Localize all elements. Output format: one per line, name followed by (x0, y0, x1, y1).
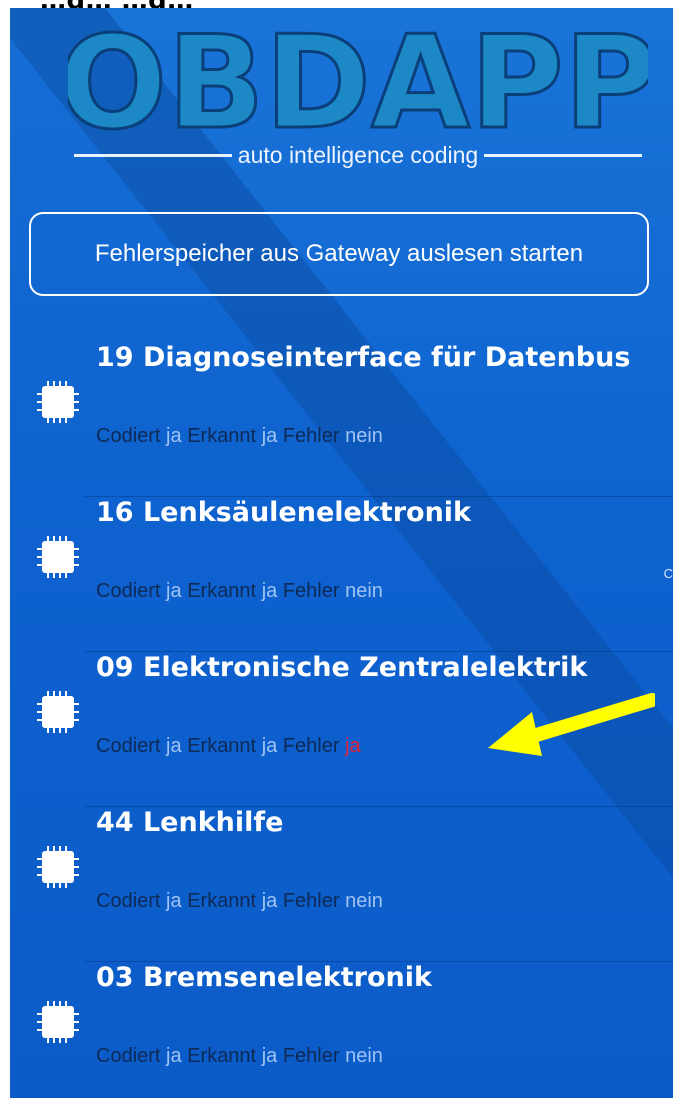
logo-tagline: auto intelligence coding (68, 140, 648, 170)
tagline-text: auto intelligence coding (237, 141, 479, 168)
fehler-label: Fehler (282, 1045, 340, 1067)
tagline-left-line (74, 153, 232, 157)
codiert-label: Codiert (96, 1045, 161, 1067)
fehler-label: Fehler (282, 425, 340, 447)
ecu-title: 03 Bremsenelektronik (96, 962, 432, 993)
fehler-value: nein (345, 890, 383, 912)
start-gateway-readout-label: Fehlerspeicher aus Gateway auslesen star… (94, 240, 584, 267)
chip-icon (37, 691, 79, 733)
fehler-value-error: ja (345, 735, 361, 757)
erkannt-value: ja (261, 580, 278, 602)
codiert-value: ja (166, 1045, 182, 1067)
erkannt-value: ja (261, 425, 278, 447)
erkannt-label: Erkannt (187, 580, 257, 602)
svg-text:OBDAPP: OBDAPP (68, 22, 648, 142)
ecu-status-line: Codiert ja Erkannt ja Fehler nein (96, 1045, 383, 1068)
app-screen: OBDAPP auto intelligence coding Fehlersp… (10, 8, 673, 1098)
codiert-label: Codiert (96, 735, 161, 757)
ecu-row[interactable]: 03 Bremsenelektronik Codiert ja Erkannt … (10, 962, 673, 1098)
fehler-value: nein (345, 1045, 383, 1067)
fehler-label: Fehler (282, 580, 340, 602)
fehler-value: nein (345, 580, 383, 602)
edge-partial-glyph: C (663, 566, 673, 581)
codiert-value: ja (166, 425, 182, 447)
erkannt-label: Erkannt (187, 890, 257, 912)
ecu-row[interactable]: 19 Diagnoseinterface für Datenbus Codier… (10, 342, 673, 497)
obdapp-logo: OBDAPP (68, 22, 648, 142)
tagline-right-line (484, 153, 642, 157)
ecu-status-line: Codiert ja Erkannt ja Fehler ja (96, 735, 361, 758)
erkannt-value: ja (261, 890, 278, 912)
ecu-title: 19 Diagnoseinterface für Datenbus (96, 342, 631, 373)
codiert-value: ja (166, 580, 182, 602)
chip-icon (37, 846, 79, 888)
ecu-status-line: Codiert ja Erkannt ja Fehler nein (96, 425, 383, 448)
ecu-status-line: Codiert ja Erkannt ja Fehler nein (96, 890, 383, 913)
annotation-arrow-icon (488, 693, 655, 756)
erkannt-value: ja (261, 735, 278, 757)
codiert-value: ja (166, 735, 182, 757)
codiert-label: Codiert (96, 425, 161, 447)
ecu-title: 09 Elektronische Zentralelektrik (96, 652, 588, 683)
erkannt-label: Erkannt (187, 1045, 257, 1067)
fehler-label: Fehler (282, 890, 340, 912)
ecu-title: 16 Lenksäulenelektronik (96, 497, 472, 528)
erkannt-label: Erkannt (187, 425, 257, 447)
erkannt-value: ja (261, 1045, 278, 1067)
start-gateway-readout-button[interactable]: Fehlerspeicher aus Gateway auslesen star… (29, 212, 649, 296)
fehler-value: nein (345, 425, 383, 447)
codiert-label: Codiert (96, 890, 161, 912)
chip-icon (37, 381, 79, 423)
ecu-title: 44 Lenkhilfe (96, 807, 284, 838)
fehler-label: Fehler (282, 735, 340, 757)
ecu-status-line: Codiert ja Erkannt ja Fehler nein (96, 580, 383, 603)
chip-icon (37, 1001, 79, 1043)
codiert-label: Codiert (96, 580, 161, 602)
chip-icon (37, 536, 79, 578)
erkannt-label: Erkannt (187, 735, 257, 757)
ecu-row[interactable]: 16 Lenksäulenelektronik Codiert ja Erkan… (10, 497, 673, 652)
codiert-value: ja (166, 890, 182, 912)
ecu-row[interactable]: 44 Lenkhilfe Codiert ja Erkannt ja Fehle… (10, 807, 673, 962)
